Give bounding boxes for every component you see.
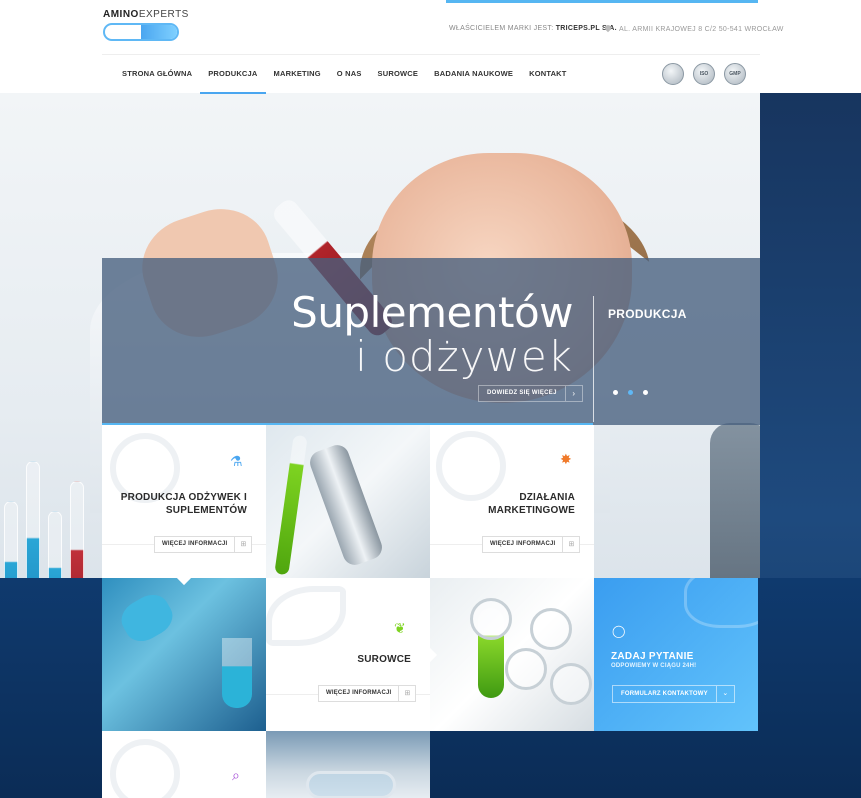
tile-photo-scientist <box>266 731 430 798</box>
glove-shape <box>115 588 179 648</box>
bulb-icon: ✸ <box>560 451 572 467</box>
speech-bubble-icon: ◯ <box>612 624 626 638</box>
logo-text-thin: EXPERTS <box>138 9 189 20</box>
nav-menu: STRONA GŁÓWNA PRODUKCJA MARKETING O NAS … <box>102 55 575 94</box>
nav-item-materials[interactable]: SUROWCE <box>370 55 427 94</box>
contact-subtitle: ODPOWIEMY W CIĄGU 24H! <box>611 663 697 669</box>
quality-seal-icon <box>662 63 684 85</box>
magnifier-icon: ⌕ <box>232 767 240 783</box>
nav-item-about[interactable]: O NAS <box>329 55 370 94</box>
learn-more-button[interactable]: DOWIEDZ SIĘ WIĘCEJ › <box>478 385 583 402</box>
leaf-icon: ❦ <box>394 620 406 636</box>
slider-dot-2[interactable] <box>628 390 633 395</box>
learn-more-label: DOWIEDZ SIĘ WIĘCEJ <box>487 390 557 396</box>
tile-materials-title: SUROWCE <box>357 654 411 665</box>
marketing-more-button[interactable]: WIĘCEJ INFORMACJI ⊞ <box>482 536 581 553</box>
chevron-down-icon: ⌄ <box>715 686 734 702</box>
company-address: AL. ARMII KRAJOWEJ 8 C/2 50-541 WROCŁAW <box>603 23 784 33</box>
grid-icon: ⊞ <box>398 686 415 701</box>
materials-more-button[interactable]: WIĘCEJ INFORMACJI ⊞ <box>318 685 417 702</box>
slide-category: PRODUKCJA <box>608 307 687 321</box>
tile-photo-test-tubes <box>430 578 594 731</box>
grid-icon: ⊞ <box>234 537 251 552</box>
tile-photo-microscope <box>266 425 430 578</box>
iso-badge-icon: ISO <box>693 63 715 85</box>
nav-item-contact[interactable]: KONTAKT <box>521 55 575 94</box>
top-accent-line <box>446 0 758 3</box>
goggles-shape <box>306 771 396 798</box>
logo[interactable]: AMINOEXPERTS <box>103 9 188 41</box>
top-bar: AMINOEXPERTS WŁAŚCICIELEM MARKI JEST: TR… <box>0 0 861 54</box>
green-test-tube <box>274 434 308 576</box>
tile-marketing[interactable]: ✸ DZIAŁANIA MARKETINGOWE WIĘCEJ INFORMAC… <box>430 425 594 578</box>
arrow-right-icon: › <box>564 386 582 401</box>
nav-item-production[interactable]: PRODUKCJA <box>200 55 266 94</box>
map-pin-icon <box>603 23 613 33</box>
tile-materials[interactable]: ❦ SUROWCE WIĘCEJ INFORMACJI ⊞ <box>266 578 430 731</box>
slide-title-line1: Suplementów <box>291 288 573 337</box>
tile-production[interactable]: ⚗ PRODUKCJA ODŻYWEK I SUPLEMENTÓW WIĘCEJ… <box>102 425 266 578</box>
gmp-badge-icon: GMP <box>724 63 746 85</box>
slide-title-line2: i odżywek <box>355 332 573 381</box>
grid-icon: ⊞ <box>562 537 579 552</box>
hero-slider: Suplementów i odżywek DOWIEDZ SIĘ WIĘCEJ… <box>102 258 760 425</box>
tile-research[interactable]: ⌕ <box>102 731 266 798</box>
tile-notch <box>176 578 192 586</box>
slider-divider <box>593 296 594 422</box>
tile-marketing-title: DZIAŁANIA MARKETINGOWE <box>488 492 575 516</box>
flask-icon: ⚗ <box>230 453 243 469</box>
nav-item-home[interactable]: STRONA GŁÓWNA <box>114 55 200 94</box>
logo-text-bold: AMINO <box>103 9 139 20</box>
owner-label: WŁAŚCICIELEM MARKI JEST: <box>449 25 554 32</box>
tile-contact[interactable]: ◯ ZADAJ PYTANIE ODPOWIEMY W CIĄGU 24H! F… <box>594 578 758 731</box>
tile-production-title: PRODUKCJA ODŻYWEK I SUPLEMENTÓW <box>120 492 247 516</box>
production-more-button[interactable]: WIĘCEJ INFORMACJI ⊞ <box>154 536 253 553</box>
main-navigation: STRONA GŁÓWNA PRODUKCJA MARKETING O NAS … <box>102 54 760 94</box>
microscope-icon <box>306 441 386 569</box>
tile-photo-lab <box>102 578 266 731</box>
certification-badges: ISO GMP <box>662 63 746 85</box>
contact-form-button[interactable]: FORMULARZ KONTAKTOWY ⌄ <box>612 685 735 703</box>
slider-dots <box>613 390 648 395</box>
speech-bubble-decoration <box>684 578 758 628</box>
nav-item-marketing[interactable]: MARKETING <box>266 55 329 94</box>
capsule-icon <box>103 23 179 41</box>
contact-title: ZADAJ PYTANIE <box>611 651 694 662</box>
nav-item-research[interactable]: BADANIA NAUKOWE <box>426 55 521 94</box>
flask-shape <box>222 638 252 708</box>
slider-dot-1[interactable] <box>613 390 618 395</box>
address-text: AL. ARMII KRAJOWEJ 8 C/2 50-541 WROCŁAW <box>619 26 784 33</box>
slider-dot-3[interactable] <box>643 390 648 395</box>
brand-owner: WŁAŚCICIELEM MARKI JEST: TRICEPS.PL S.A. <box>449 25 617 32</box>
